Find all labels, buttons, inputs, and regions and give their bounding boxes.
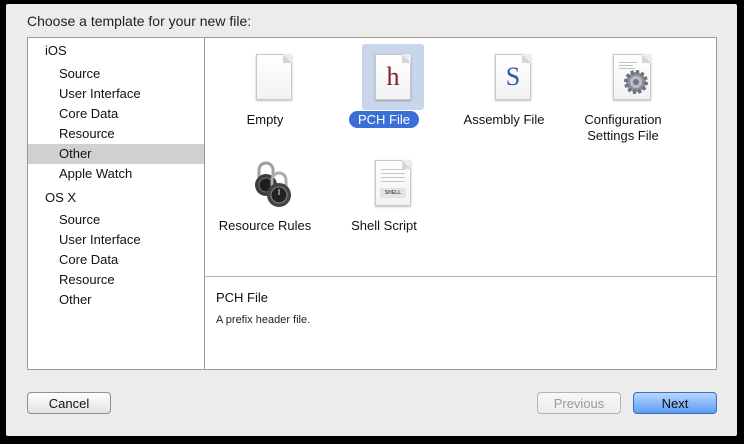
- template-resource-rules[interactable]: Resource Rules: [205, 150, 325, 250]
- template-label: Assembly File: [463, 112, 545, 127]
- template-label: PCH File: [324, 111, 444, 128]
- template-panel: Empty h PCH File S Assembly File Configu…: [204, 37, 717, 370]
- padlocks-icon: [243, 150, 305, 216]
- new-file-dialog: Choose a template for your new file: iOS…: [6, 4, 737, 436]
- template-label: Shell Script: [351, 218, 417, 233]
- template-configuration-settings-file[interactable]: Configuration Settings File: [563, 44, 683, 144]
- sidebar-group-osx: OS X: [45, 190, 77, 205]
- template-assembly-file[interactable]: S Assembly File: [444, 44, 564, 144]
- settings-gear-document-icon: [601, 44, 663, 110]
- template-shell-script[interactable]: SHELL Shell Script: [324, 150, 444, 250]
- template-category-sidebar: iOS Source User Interface Core Data Reso…: [27, 37, 235, 370]
- shell-script-document-icon: SHELL: [362, 150, 424, 216]
- template-label: Empty: [246, 112, 284, 127]
- template-label: Configuration Settings File: [584, 112, 662, 143]
- header-h-document-icon: h: [362, 44, 424, 110]
- template-description-title: PCH File: [216, 290, 269, 305]
- template-empty[interactable]: Empty: [205, 44, 325, 144]
- next-button[interactable]: Next: [633, 392, 717, 414]
- panel-divider: [205, 276, 716, 277]
- template-description-text: A prefix header file.: [216, 314, 311, 326]
- template-label: Resource Rules: [218, 218, 312, 233]
- blank-document-icon: [243, 44, 305, 110]
- dialog-title: Choose a template for your new file:: [27, 13, 252, 29]
- cancel-button[interactable]: Cancel: [27, 392, 111, 414]
- previous-button[interactable]: Previous: [537, 392, 621, 414]
- template-grid: Empty h PCH File S Assembly File Configu…: [205, 38, 716, 276]
- template-pch-file[interactable]: h PCH File: [324, 44, 444, 144]
- sidebar-group-ios: iOS: [45, 43, 67, 58]
- assembly-s-document-icon: S: [482, 44, 544, 110]
